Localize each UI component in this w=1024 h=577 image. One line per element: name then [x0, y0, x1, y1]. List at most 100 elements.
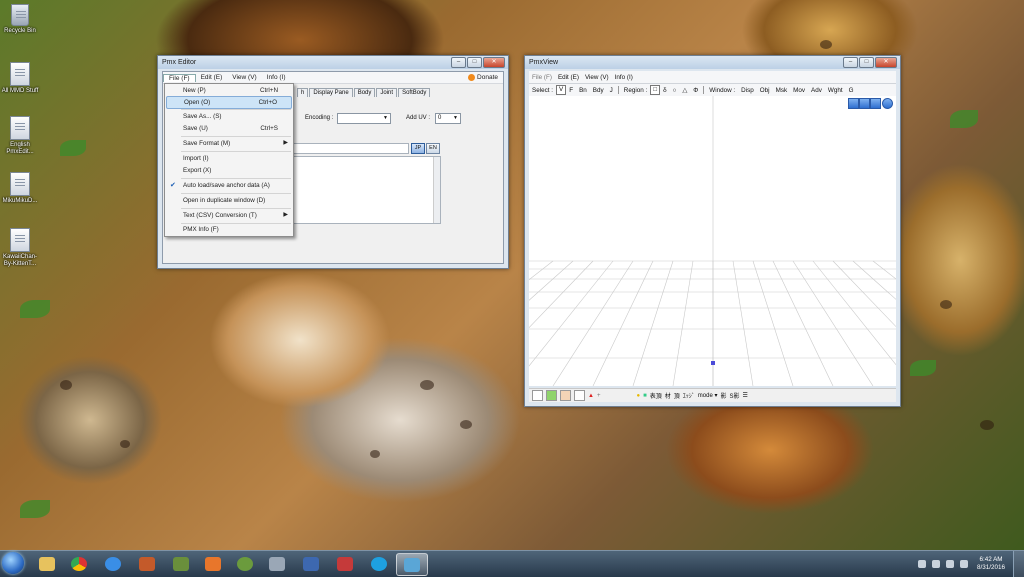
menu-view[interactable]: View (V) — [582, 74, 612, 81]
desktop-icon-kawaiichan[interactable]: KawaiiChan-By-KittenT... — [0, 228, 40, 268]
region-triangle-icon[interactable]: △ — [679, 87, 690, 94]
select-bone-button[interactable]: Bn — [576, 87, 590, 94]
mode-select[interactable]: mode ▾ — [698, 392, 718, 399]
grid-icon[interactable]: ■ — [643, 393, 647, 399]
window-g[interactable]: G — [846, 87, 857, 94]
move-tool-icon[interactable] — [848, 98, 859, 109]
display-mode-label[interactable]: 表頂 — [650, 391, 662, 400]
taskbar-pmx-editor[interactable] — [396, 553, 428, 576]
vertex-label[interactable]: 頂 — [674, 391, 680, 400]
window-adv[interactable]: Adv — [808, 87, 825, 94]
scrollbar[interactable] — [433, 157, 440, 223]
reset-view-icon[interactable] — [882, 98, 893, 109]
wireframe-icon[interactable] — [574, 390, 585, 401]
window-wght[interactable]: Wght — [825, 87, 846, 94]
desktop-icon-recycle-bin[interactable]: Recycle Bin — [0, 4, 40, 35]
self-shadow-label[interactable]: S影 — [729, 391, 739, 400]
menu-file[interactable]: File (F) — [163, 73, 196, 82]
menu-item-duplicate-window[interactable]: Open in duplicate window (D) — [166, 195, 292, 206]
desktop-icon-mikumikudance[interactable]: MikuMikuD... — [0, 172, 40, 205]
menu-view[interactable]: View (V) — [227, 74, 261, 81]
menu-item-auto-anchor[interactable]: ✔ Auto load/save anchor data (A) — [166, 180, 292, 191]
taskbar-app[interactable] — [132, 553, 162, 574]
pen-tool-icon[interactable] — [870, 98, 881, 109]
encoding-select[interactable] — [337, 113, 391, 124]
menu-info[interactable]: Info (I) — [612, 74, 636, 81]
maximize-button[interactable]: □ — [859, 57, 874, 68]
taskbar-app2[interactable] — [230, 553, 260, 574]
menu-item-new[interactable]: New (P) Ctrl+N — [166, 85, 292, 96]
clock[interactable]: 6:42 AM 8/31/2016 — [977, 556, 1005, 572]
minimize-button[interactable]: – — [843, 57, 858, 68]
comment-textarea[interactable] — [291, 156, 441, 224]
taskbar-mmd[interactable] — [330, 553, 360, 574]
select-body-button[interactable]: Bdy — [590, 87, 607, 94]
region-circle-icon[interactable]: ○ — [670, 87, 680, 94]
tray-arrow-icon[interactable] — [917, 560, 926, 568]
menu-file[interactable]: File (F) — [529, 74, 555, 81]
window-msk[interactable]: Msk — [773, 87, 791, 94]
select-joint-button[interactable]: J — [607, 87, 616, 94]
light-icon[interactable]: ● — [636, 393, 640, 399]
taskbar-media[interactable] — [198, 553, 228, 574]
tab-partial[interactable]: h — [297, 88, 309, 97]
tab-display-pane[interactable]: Display Pane — [309, 88, 353, 97]
axis-icon[interactable]: + — [597, 393, 601, 399]
list-icon[interactable]: ☰ — [743, 392, 748, 399]
window-mov[interactable]: Mov — [790, 87, 808, 94]
taskbar-chrome[interactable] — [64, 553, 94, 574]
taskbar-save-app[interactable] — [296, 553, 326, 574]
minimize-button[interactable]: – — [451, 57, 466, 68]
close-button[interactable]: ✕ — [483, 57, 505, 68]
donate-button[interactable]: Donate — [463, 74, 503, 81]
camera-icon[interactable] — [532, 390, 543, 401]
tab-softbody[interactable]: SoftBody — [398, 88, 431, 97]
add-uv-select[interactable]: 0 — [435, 113, 461, 124]
menu-item-import[interactable]: Import (I) — [166, 153, 292, 164]
region-phi-icon[interactable]: Φ — [690, 87, 701, 94]
lang-en-button[interactable]: EN — [426, 143, 440, 154]
menu-item-pmx-info[interactable]: PMX Info (F) — [166, 224, 292, 235]
model-name-field[interactable] — [291, 143, 409, 154]
select-vertex-button[interactable]: V — [556, 85, 567, 95]
window-titlebar[interactable]: PmxView – □ ✕ — [525, 56, 900, 69]
network-icon[interactable] — [931, 560, 940, 568]
close-button[interactable]: ✕ — [875, 57, 897, 68]
maximize-button[interactable]: □ — [467, 57, 482, 68]
bone-display-icon[interactable]: ▲ — [588, 393, 594, 399]
menu-item-open[interactable]: Open (O) Ctrl+O — [166, 96, 292, 109]
volume-icon[interactable] — [945, 560, 954, 568]
start-button[interactable] — [2, 552, 24, 574]
taskbar-explorer[interactable] — [32, 553, 62, 574]
taskbar-app3[interactable] — [262, 553, 292, 574]
edge-label[interactable]: ｴｯｼﾞ — [683, 391, 695, 400]
taskbar-skype[interactable] — [364, 553, 394, 574]
rotate-tool-icon[interactable] — [859, 98, 870, 109]
taskbar-ie[interactable] — [98, 553, 128, 574]
desktop-icon-all-mmd-stuff[interactable]: All MMD Stuff — [0, 62, 40, 95]
show-desktop-button[interactable] — [1013, 551, 1024, 577]
color-swatch-icon[interactable] — [546, 390, 557, 401]
menu-item-save[interactable]: Save (U) Ctrl+S — [166, 123, 292, 134]
shadow-label[interactable]: 影 — [720, 391, 726, 400]
menu-item-save-as[interactable]: Save As... (S) — [166, 111, 292, 122]
window-obj[interactable]: Obj — [757, 87, 773, 94]
tab-body[interactable]: Body — [353, 88, 376, 97]
taskbar-minecraft[interactable] — [166, 553, 196, 574]
menu-info[interactable]: Info (I) — [262, 74, 291, 81]
skin-swatch-icon[interactable] — [560, 390, 571, 401]
menu-item-csv-conversion[interactable]: Text (CSV) Conversion (T) ▶ — [166, 210, 292, 221]
3d-viewport[interactable] — [529, 96, 896, 386]
tab-joint[interactable]: Joint — [376, 88, 398, 97]
window-titlebar[interactable]: Pmx Editor – □ ✕ — [158, 56, 508, 69]
select-face-button[interactable]: F — [566, 87, 576, 94]
region-lasso-icon[interactable]: δ — [660, 87, 670, 94]
menu-item-save-format[interactable]: Save Format (M) ▶ — [166, 138, 292, 149]
menu-edit[interactable]: Edit (E) — [555, 74, 582, 81]
desktop-icon-english-pmxeditor[interactable]: English PmxEdit... — [0, 116, 40, 156]
window-disp[interactable]: Disp — [738, 87, 757, 94]
menu-edit[interactable]: Edit (E) — [196, 74, 228, 81]
material-label[interactable]: 材 — [665, 391, 671, 400]
lang-jp-button[interactable]: JP — [411, 143, 425, 154]
flag-icon[interactable] — [959, 560, 968, 568]
